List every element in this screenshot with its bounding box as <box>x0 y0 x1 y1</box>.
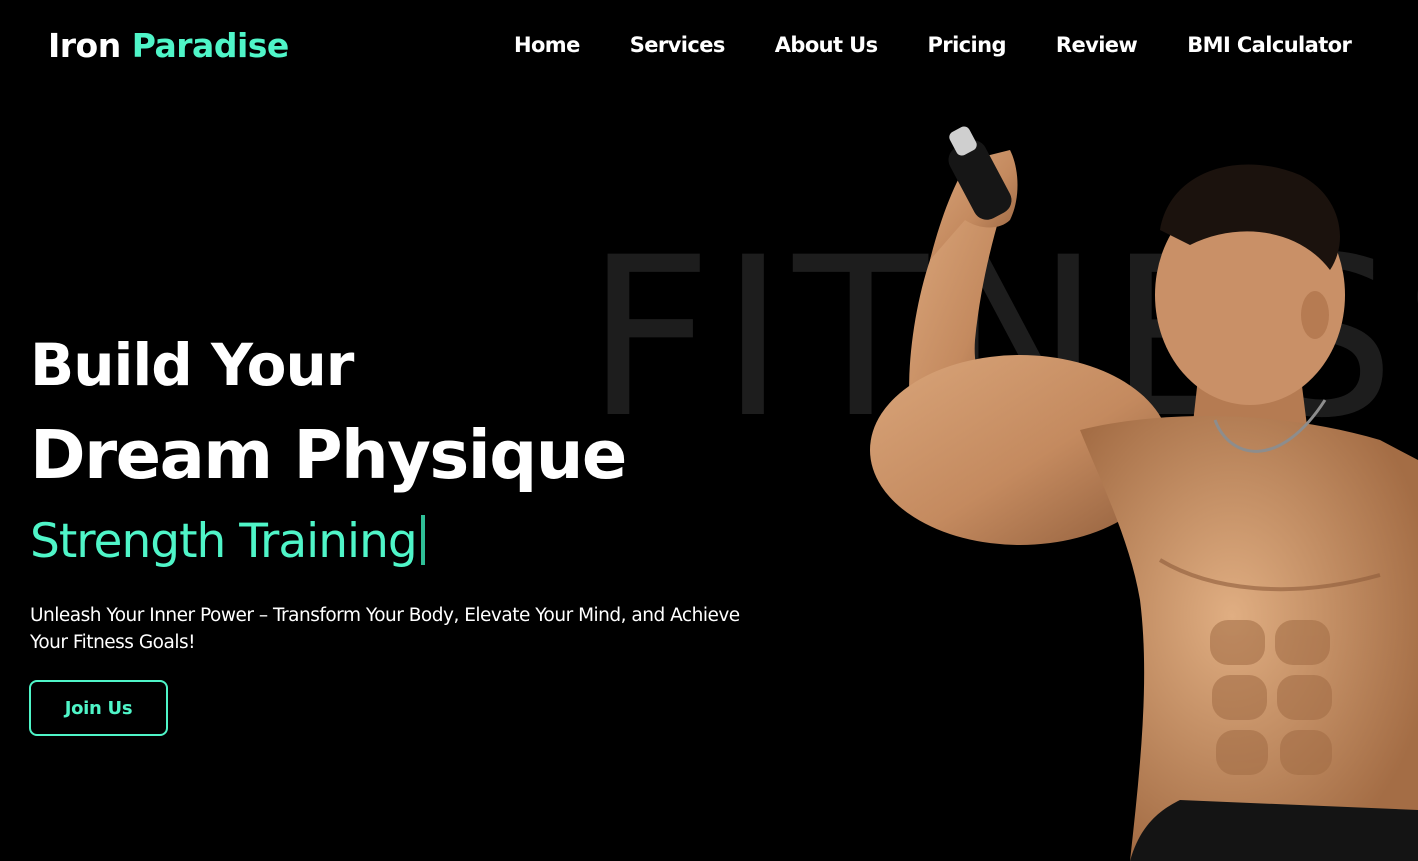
nav-link-home[interactable]: Home <box>514 33 580 57</box>
typing-cursor <box>420 515 425 565</box>
logo-text-iron: Iron <box>48 26 121 65</box>
nav-item-pricing: Pricing <box>928 30 1007 60</box>
landing-page: Iron Paradise Home Services About Us Pri… <box>0 0 1418 861</box>
logo-text-paradise: Paradise <box>131 26 290 65</box>
nav-link-bmi-calculator[interactable]: BMI Calculator <box>1187 33 1352 57</box>
nav-link-about-us[interactable]: About Us <box>775 33 878 57</box>
nav-link-pricing[interactable]: Pricing <box>928 33 1007 57</box>
main-nav: Home Services About Us Pricing Review BM… <box>514 30 1352 60</box>
typed-tagline-text: Strength Training <box>30 514 418 569</box>
nav-link-review[interactable]: Review <box>1056 33 1138 57</box>
hero-headline-line2: Dream Physique <box>30 416 627 494</box>
nav-item-review: Review <box>1056 30 1138 60</box>
join-us-button[interactable]: Join Us <box>29 680 168 736</box>
athlete-image <box>870 126 1418 861</box>
site-logo[interactable]: Iron Paradise <box>48 24 289 68</box>
hero-headline-line1: Build Your <box>30 331 354 399</box>
navbar: Iron Paradise Home Services About Us Pri… <box>0 0 1418 92</box>
nav-link-services[interactable]: Services <box>630 33 726 57</box>
nav-item-bmi: BMI Calculator <box>1187 30 1352 60</box>
nav-item-services: Services <box>630 30 726 60</box>
hero-description: Unleash Your Inner Power – Transform You… <box>30 605 740 653</box>
nav-item-home: Home <box>514 30 580 60</box>
typed-tagline: Strength Training <box>30 510 425 574</box>
nav-item-about: About Us <box>775 30 878 60</box>
